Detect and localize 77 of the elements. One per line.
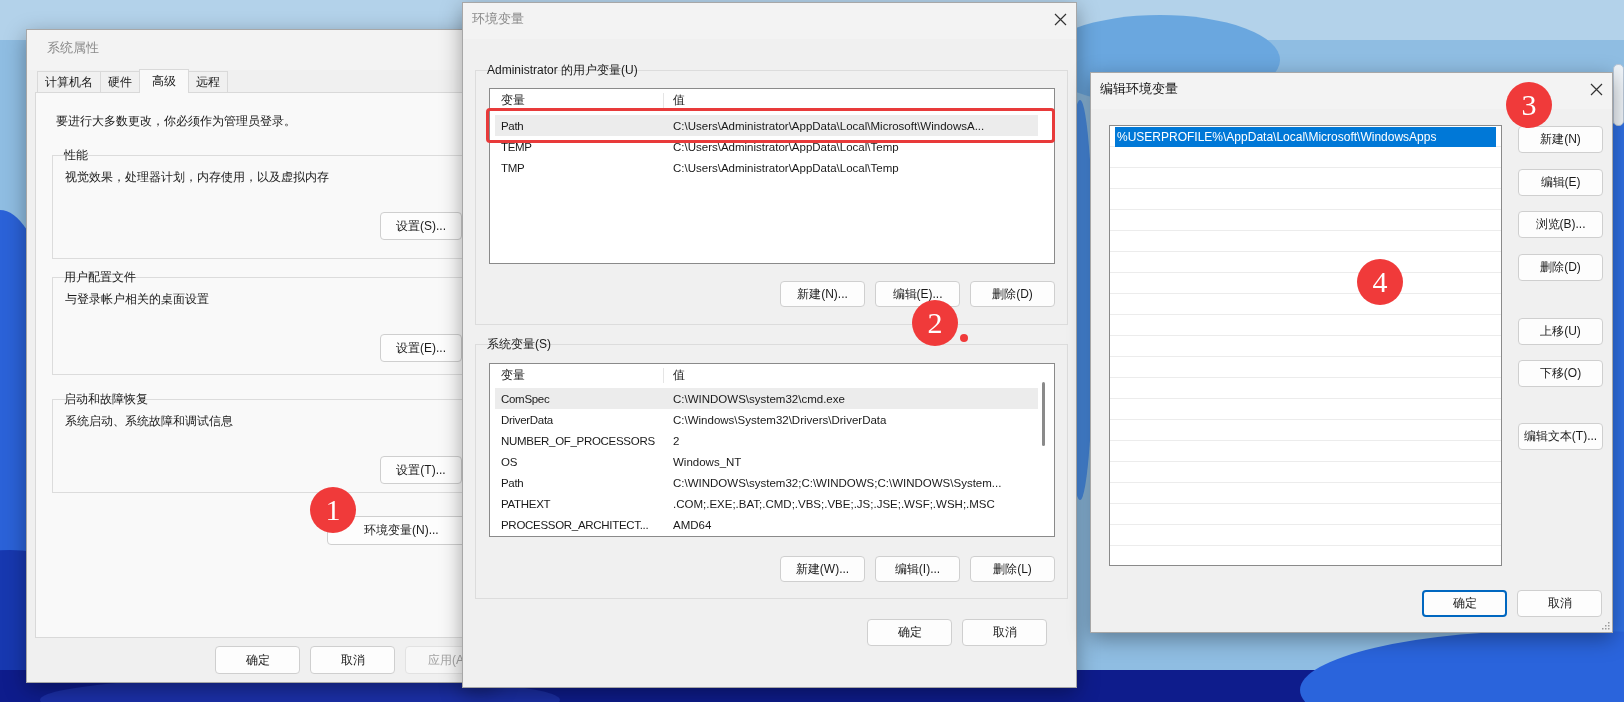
- table-cell-text: 2: [672, 434, 680, 447]
- group-title: 性能: [63, 148, 89, 163]
- dialog-button[interactable]: 确定: [1422, 590, 1507, 617]
- table-cell-text: C:\Users\Administrator\AppData\Local\Temp: [672, 161, 899, 174]
- side-button[interactable]: 浏览(B)...: [1518, 211, 1603, 238]
- marker-dot: [960, 334, 968, 342]
- scrollbar-thumb[interactable]: [1042, 382, 1045, 446]
- table-row[interactable]: ComSpec C:\WINDOWS\system32\cmd.exe: [495, 388, 1038, 409]
- table-cell-text: NUMBER_OF_PROCESSORS: [500, 434, 656, 447]
- group-title: 启动和故障恢复: [63, 392, 149, 407]
- table-row[interactable]: OS Windows_NT: [495, 451, 1038, 472]
- table-cell-text: C:\WINDOWS\system32;C:\WINDOWS;C:\WINDOWS\System...: [672, 476, 1002, 489]
- column-header[interactable]: 值: [664, 93, 685, 108]
- table-cell-text: Windows_NT: [672, 455, 742, 468]
- table-cell-text: PROCESSOR_ARCHITECT...: [500, 518, 650, 531]
- column-header[interactable]: 值: [664, 368, 685, 383]
- table-cell-text: OS: [500, 455, 518, 468]
- table-row[interactable]: PROCESSOR_ARCHITECT... AMD64: [495, 514, 1038, 535]
- column-header[interactable]: 变量: [490, 368, 664, 383]
- settings-button[interactable]: 设置(S)...: [380, 212, 462, 240]
- list-button[interactable]: 删除(D): [970, 281, 1055, 307]
- table-cell-text: Path: [500, 476, 525, 489]
- notice-text: 要进行大多数更改，你必须作为管理员登录。: [56, 113, 296, 129]
- table-cell-text: .COM;.EXE;.BAT;.CMD;.VBS;.VBE;.JS;.JSE;.WSF;.WSH;.MSC: [672, 497, 995, 510]
- group-description: 与登录帐户相关的桌面设置: [65, 292, 210, 306]
- list-item[interactable]: %USERPROFILE%\AppData\Local\Microsoft\WindowsApps: [1115, 127, 1496, 147]
- table-cell-text: TMP: [500, 161, 526, 174]
- group-description: 视觉效果，处理器计划，内存使用，以及虚拟内存: [65, 170, 330, 184]
- tab[interactable]: 高级: [139, 69, 189, 93]
- table-row[interactable]: Path C:\WINDOWS\system32;C:\WINDOWS;C:\WINDOWS\System...: [495, 472, 1038, 493]
- side-button[interactable]: 下移(O): [1518, 360, 1603, 387]
- settings-button[interactable]: 设置(E)...: [380, 334, 462, 362]
- dialog-button[interactable]: 确定: [867, 619, 952, 646]
- list-button[interactable]: 新建(W)...: [780, 556, 865, 582]
- tab[interactable]: 远程: [188, 71, 228, 92]
- settings-button[interactable]: 设置(T)...: [380, 456, 462, 484]
- table-cell-text: ComSpec: [500, 392, 551, 405]
- window-title: 环境变量: [472, 10, 524, 28]
- group-title: Administrator 的用户变量(U): [486, 63, 639, 78]
- side-button[interactable]: 编辑文本(T)...: [1518, 423, 1603, 450]
- side-button[interactable]: 新建(N): [1518, 126, 1603, 153]
- scrollbar-thumb[interactable]: [1613, 64, 1624, 126]
- table-cell-text: TEMP: [500, 140, 533, 153]
- list-button[interactable]: 编辑(E)...: [875, 281, 960, 307]
- close-icon[interactable]: [1590, 82, 1603, 96]
- table-cell-text: Path: [500, 119, 525, 132]
- dialog-button[interactable]: 取消: [310, 646, 395, 674]
- group-title: 用户配置文件: [63, 270, 137, 285]
- table-row[interactable]: TMP C:\Users\Administrator\AppData\Local\Temp: [495, 157, 1038, 178]
- table-row[interactable]: Path C:\Users\Administrator\AppData\Local\Microsoft\WindowsA...: [495, 115, 1038, 136]
- table-cell-text: AMD64: [672, 518, 712, 531]
- group-description: 系统启动、系统故障和调试信息: [65, 414, 234, 428]
- side-button[interactable]: 上移(U): [1518, 318, 1603, 345]
- dialog-button[interactable]: 确定: [215, 646, 300, 674]
- side-button[interactable]: 删除(D): [1518, 254, 1603, 281]
- table-cell-text: C:\WINDOWS\system32\cmd.exe: [672, 392, 845, 405]
- column-header[interactable]: 变量: [490, 93, 664, 108]
- group-title: 系统变量(S): [486, 337, 552, 352]
- window-title: 系统属性: [47, 39, 99, 57]
- table-cell-text: C:\Users\Administrator\AppData\Local\Temp: [672, 140, 899, 153]
- resize-grip-icon[interactable]: [1602, 622, 1610, 630]
- list-button[interactable]: 新建(N)...: [780, 281, 865, 307]
- tab[interactable]: 计算机名: [37, 71, 101, 92]
- list-button[interactable]: 删除(L): [970, 556, 1055, 582]
- side-button[interactable]: 编辑(E): [1518, 169, 1603, 196]
- dialog-button[interactable]: 取消: [1517, 590, 1602, 617]
- table-cell-text: PATHEXT: [500, 497, 552, 510]
- table-row[interactable]: DriverData C:\Windows\System32\Drivers\DriverData: [495, 409, 1038, 430]
- table-row[interactable]: PATHEXT .COM;.EXE;.BAT;.CMD;.VBS;.VBE;.JS;.JSE;.WSF;.WSH;.MSC: [495, 493, 1038, 514]
- window-title: 编辑环境变量: [1100, 80, 1178, 98]
- close-icon[interactable]: [1054, 12, 1067, 26]
- dialog-button[interactable]: 取消: [962, 619, 1047, 646]
- table-row[interactable]: NUMBER_OF_PROCESSORS 2: [495, 430, 1038, 451]
- table-cell-text: DriverData: [500, 413, 554, 426]
- table-cell-text: C:\Windows\System32\Drivers\DriverData: [672, 413, 887, 426]
- table-cell-text: C:\Users\Administrator\AppData\Local\Microsoft\WindowsA...: [672, 119, 985, 132]
- list-button[interactable]: 编辑(I)...: [875, 556, 960, 582]
